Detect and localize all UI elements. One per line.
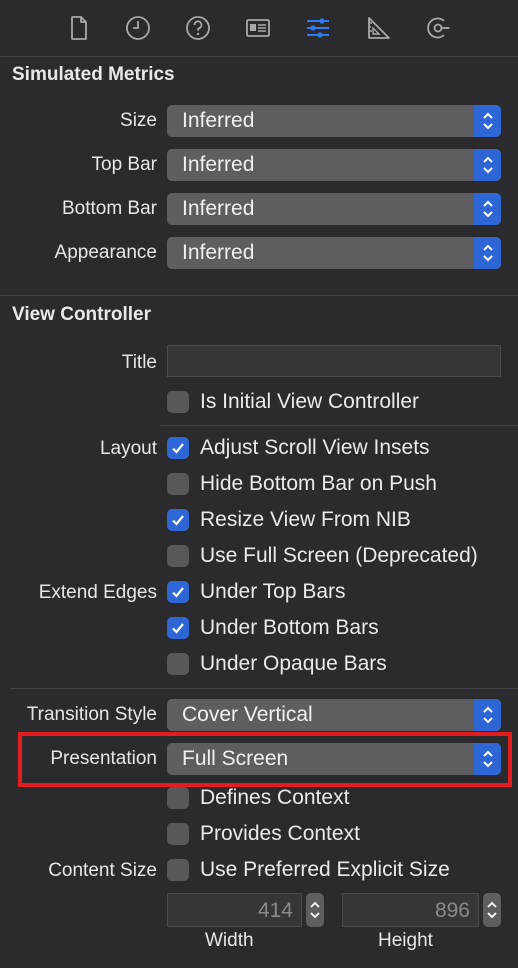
view-controller-title: View Controller xyxy=(12,304,152,325)
width-stepper[interactable] xyxy=(306,893,324,927)
width-value: 414 xyxy=(257,899,293,922)
appearance-value: Inferred xyxy=(182,241,255,264)
hide-bottom-bar-label: Hide Bottom Bar on Push xyxy=(200,472,437,495)
width-field[interactable]: 414 xyxy=(167,893,302,927)
top-bar-popup[interactable]: Inferred xyxy=(167,149,501,181)
content-size-label: Content Size xyxy=(48,860,157,881)
preferred-size-label: Use Preferred Explicit Size xyxy=(200,858,450,881)
is-initial-checkbox[interactable] xyxy=(167,391,189,413)
use-full-screen-checkbox[interactable] xyxy=(167,545,189,567)
updown-chevron-icon xyxy=(487,901,497,919)
is-initial-label: Is Initial View Controller xyxy=(200,390,420,413)
section-divider xyxy=(0,295,518,296)
under-opaque-bars-label: Under Opaque Bars xyxy=(200,652,387,675)
attributes-icon[interactable] xyxy=(302,12,334,44)
defines-context-label: Defines Context xyxy=(200,786,350,809)
size-popup[interactable]: Inferred xyxy=(167,105,501,137)
updown-chevron-icon xyxy=(474,105,501,137)
size-ruler-icon[interactable] xyxy=(362,12,394,44)
toolbar-divider xyxy=(0,56,518,57)
updown-chevron-icon xyxy=(474,699,501,731)
adjust-scroll-checkbox[interactable] xyxy=(167,437,189,459)
checkmark-icon xyxy=(172,515,184,526)
title-label: Title xyxy=(121,352,157,373)
provides-context-checkbox[interactable] xyxy=(167,823,189,845)
help-icon[interactable] xyxy=(182,12,214,44)
defines-context-checkbox[interactable] xyxy=(167,787,189,809)
presentation-label: Presentation xyxy=(50,748,157,769)
title-input[interactable] xyxy=(167,345,501,377)
layout-label: Layout xyxy=(99,438,157,459)
simulated-metrics-title: Simulated Metrics xyxy=(12,64,175,85)
bottom-bar-label: Bottom Bar xyxy=(61,198,157,219)
preferred-size-checkbox[interactable] xyxy=(167,859,189,881)
row-divider xyxy=(160,425,518,426)
connections-icon[interactable] xyxy=(422,12,454,44)
under-top-bars-checkbox[interactable] xyxy=(167,581,189,603)
size-value: Inferred xyxy=(182,109,255,132)
extend-edges-label: Extend Edges xyxy=(38,582,157,603)
updown-chevron-icon xyxy=(310,901,320,919)
bottom-bar-popup[interactable]: Inferred xyxy=(167,193,501,225)
provides-context-label: Provides Context xyxy=(200,822,360,845)
adjust-scroll-label: Adjust Scroll View Insets xyxy=(200,436,430,459)
row-divider xyxy=(10,688,518,689)
width-label: Width xyxy=(205,930,254,951)
top-bar-label: Top Bar xyxy=(91,154,157,175)
updown-chevron-icon xyxy=(474,193,501,225)
transition-style-value: Cover Vertical xyxy=(182,703,313,726)
resize-view-checkbox[interactable] xyxy=(167,509,189,531)
updown-chevron-icon xyxy=(474,743,501,775)
updown-chevron-icon xyxy=(474,237,501,269)
checkmark-icon xyxy=(172,443,184,454)
identity-icon[interactable] xyxy=(242,12,274,44)
bottom-bar-value: Inferred xyxy=(182,197,255,220)
under-top-bars-label: Under Top Bars xyxy=(200,580,346,603)
history-icon[interactable] xyxy=(122,12,154,44)
resize-view-label: Resize View From NIB xyxy=(200,508,411,531)
transition-style-popup[interactable]: Cover Vertical xyxy=(167,699,501,731)
height-field[interactable]: 896 xyxy=(342,893,479,927)
presentation-popup[interactable]: Full Screen xyxy=(167,743,501,775)
checkmark-icon xyxy=(172,623,184,634)
top-bar-value: Inferred xyxy=(182,153,255,176)
checkmark-icon xyxy=(172,587,184,598)
use-full-screen-label: Use Full Screen (Deprecated) xyxy=(200,544,478,567)
inspector-toolbar xyxy=(0,0,518,56)
under-opaque-bars-checkbox[interactable] xyxy=(167,653,189,675)
size-label: Size xyxy=(120,110,157,131)
under-bottom-bars-label: Under Bottom Bars xyxy=(200,616,379,639)
transition-style-label: Transition Style xyxy=(26,704,157,725)
height-stepper[interactable] xyxy=(483,893,501,927)
file-icon[interactable] xyxy=(62,12,94,44)
height-value: 896 xyxy=(434,899,470,922)
under-bottom-bars-checkbox[interactable] xyxy=(167,617,189,639)
height-label: Height xyxy=(378,930,433,951)
appearance-label: Appearance xyxy=(54,242,157,263)
updown-chevron-icon xyxy=(474,149,501,181)
hide-bottom-bar-checkbox[interactable] xyxy=(167,473,189,495)
presentation-value: Full Screen xyxy=(182,747,289,770)
appearance-popup[interactable]: Inferred xyxy=(167,237,501,269)
